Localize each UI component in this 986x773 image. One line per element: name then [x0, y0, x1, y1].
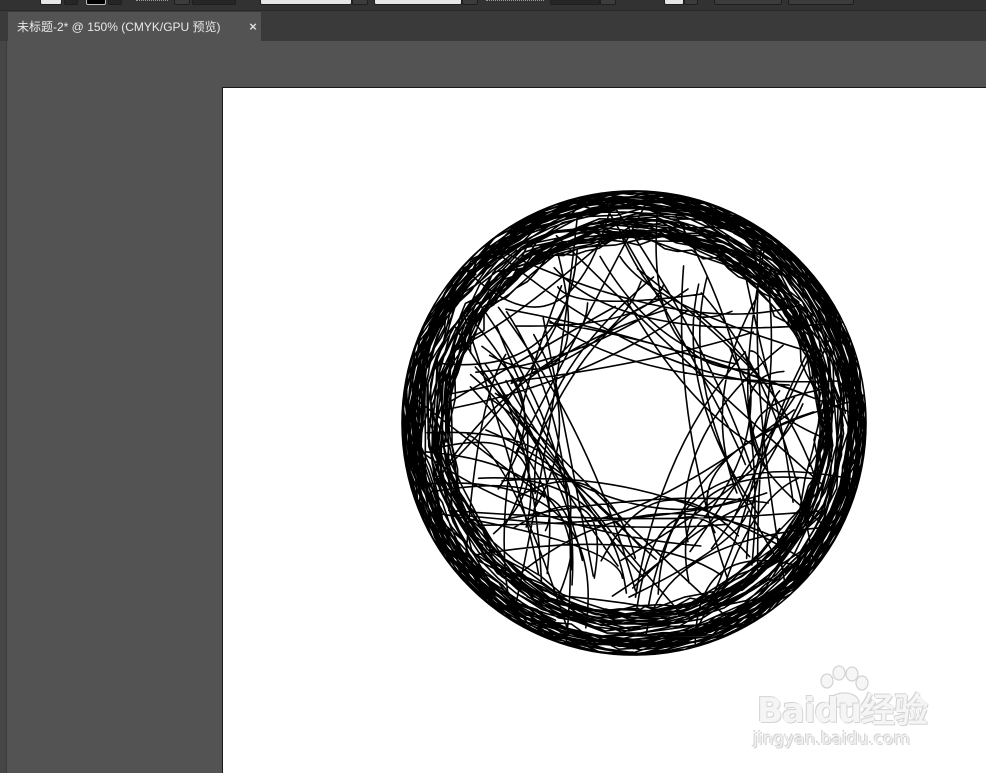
- tools-panel-edge: [0, 41, 7, 773]
- document-tab[interactable]: 未标题-2* @ 150% (CMYK/GPU 预览) ×: [8, 12, 261, 42]
- document-tab-title: 未标题-2* @ 150% (CMYK/GPU 预览): [17, 20, 221, 34]
- stroke-label-underline: [136, 0, 168, 2]
- stroke-weight-field[interactable]: [192, 0, 236, 5]
- stroke-weight-stepper[interactable]: [174, 0, 190, 5]
- style-swatch[interactable]: [664, 0, 684, 5]
- artboard[interactable]: Baidu经验 jingyan.baidu.com: [222, 87, 986, 773]
- fill-swatch[interactable]: [40, 0, 62, 5]
- close-icon[interactable]: ×: [246, 12, 260, 42]
- opacity-field[interactable]: [550, 0, 600, 5]
- control-bar: [0, 0, 986, 10]
- stroke-swatch[interactable]: [86, 0, 106, 5]
- brush-dropdown[interactable]: [462, 0, 478, 5]
- style-dropdown[interactable]: [684, 0, 698, 5]
- opacity-label-underline: [486, 0, 544, 2]
- profile-dropdown[interactable]: [352, 0, 368, 5]
- scribble-strokes: [401, 190, 867, 656]
- align-button[interactable]: [788, 0, 854, 5]
- watermark-url: jingyan.baidu.com: [753, 729, 910, 749]
- stroke-dropdown[interactable]: [108, 0, 122, 5]
- watermark-logo-text: Baidu经验: [757, 691, 928, 731]
- variable-width-profile[interactable]: [260, 0, 352, 5]
- baidu-watermark: Baidu经验 jingyan.baidu.com: [753, 663, 943, 753]
- recolor-artwork-button[interactable]: [714, 0, 782, 5]
- opacity-dropdown[interactable]: [600, 0, 616, 5]
- brush-definition[interactable]: [374, 0, 462, 5]
- fill-dropdown[interactable]: [64, 0, 78, 5]
- document-tab-strip: 未标题-2* @ 150% (CMYK/GPU 预览) ×: [0, 10, 986, 42]
